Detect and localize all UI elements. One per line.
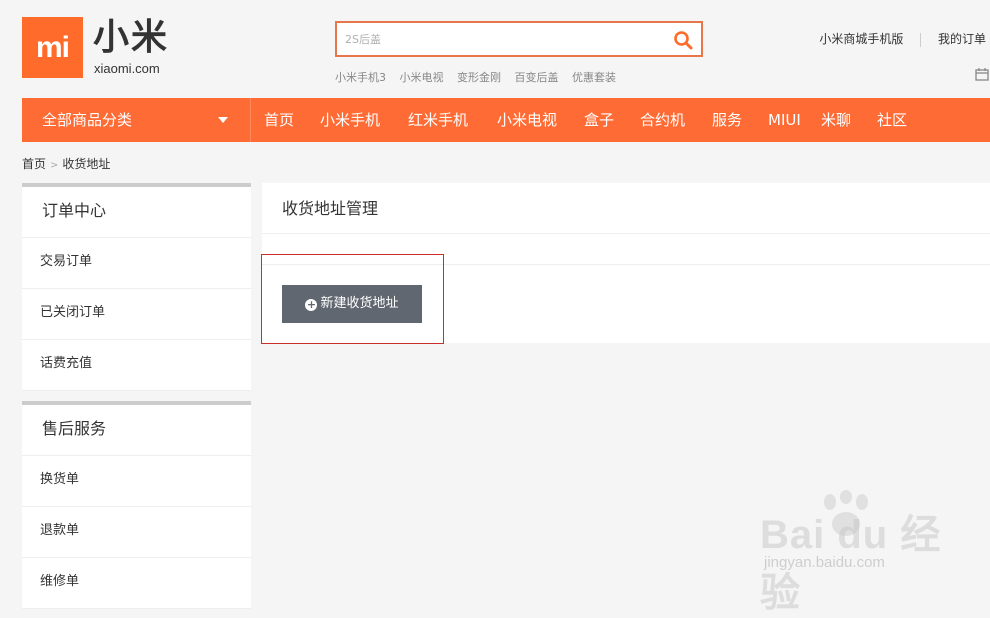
sidebar-item-trade-orders[interactable]: 交易订单 bbox=[22, 238, 251, 289]
sidebar-group-title: 售后服务 bbox=[22, 405, 251, 456]
caret-down-icon bbox=[218, 117, 228, 123]
nav-item-mi-phone[interactable]: 小米手机 bbox=[320, 98, 380, 142]
new-address-button[interactable]: + 新建收货地址 bbox=[282, 285, 422, 323]
nav-item-contract-phone[interactable]: 合约机 bbox=[640, 98, 685, 142]
plus-circle-icon: + bbox=[305, 298, 318, 311]
hot-word-link[interactable]: 变形金刚 bbox=[457, 71, 501, 84]
watermark-url: jingyan.baidu.com bbox=[764, 554, 885, 571]
search-box bbox=[335, 21, 703, 57]
search-input[interactable] bbox=[337, 23, 665, 55]
nav-item-box[interactable]: 盒子 bbox=[584, 98, 614, 142]
sidebar-item-refund[interactable]: 退款单 bbox=[22, 507, 251, 558]
mi-logo[interactable]: mi bbox=[22, 17, 83, 78]
sidebar-item-phone-recharge[interactable]: 话费充值 bbox=[22, 340, 251, 391]
breadcrumb-home[interactable]: 首页 bbox=[22, 157, 46, 171]
nav-item-miui[interactable]: MIUI bbox=[768, 98, 801, 142]
breadcrumb-separator: > bbox=[50, 160, 59, 171]
nav-item-service[interactable]: 服务 bbox=[712, 98, 742, 142]
sidebar-group-orders: 订单中心 交易订单 已关闭订单 话费充值 bbox=[22, 183, 251, 391]
my-orders-link[interactable]: 我的订单 bbox=[938, 32, 986, 46]
hot-word-link[interactable]: 百变后盖 bbox=[515, 71, 559, 84]
nav-item-community[interactable]: 社区 bbox=[877, 98, 907, 142]
site-header: mi 小米 xiaomi.com 小米手机3 小米电视 变形金刚 百变后盖 优惠… bbox=[0, 0, 990, 98]
calendar-icon[interactable] bbox=[974, 66, 990, 82]
all-categories-menu[interactable]: 全部商品分类 bbox=[22, 98, 251, 142]
mobile-site-link[interactable]: 小米商城手机版 bbox=[819, 32, 903, 46]
sidebar-group-after-sales: 售后服务 换货单 退款单 维修单 bbox=[22, 401, 251, 609]
hot-word-link[interactable]: 优惠套装 bbox=[572, 71, 616, 84]
brand-domain: xiaomi.com bbox=[94, 61, 160, 76]
baidu-watermark: Bai du 经验 jingyan.baidu.com bbox=[758, 490, 978, 615]
page-title: 收货地址管理 bbox=[282, 199, 379, 218]
nav-item-mi-tv[interactable]: 小米电视 bbox=[497, 98, 557, 142]
sidebar-item-repair[interactable]: 维修单 bbox=[22, 558, 251, 609]
sidebar-item-exchange[interactable]: 换货单 bbox=[22, 456, 251, 507]
nav-item-michat[interactable]: 米聊 bbox=[821, 98, 851, 142]
divider bbox=[262, 233, 990, 234]
hot-word-link[interactable]: 小米电视 bbox=[400, 71, 444, 84]
breadcrumb-current: 收货地址 bbox=[62, 157, 111, 171]
main-nav: 全部商品分类 首页 小米手机 红米手机 小米电视 盒子 合约机 服务 MIUI … bbox=[22, 98, 990, 142]
new-address-label: 新建收货地址 bbox=[320, 296, 399, 311]
sidebar-group-title: 订单中心 bbox=[22, 187, 251, 238]
all-categories-label: 全部商品分类 bbox=[42, 111, 133, 129]
divider bbox=[920, 32, 922, 47]
top-links: 小米商城手机版 我的订单 bbox=[819, 30, 986, 47]
sidebar-item-closed-orders[interactable]: 已关闭订单 bbox=[22, 289, 251, 340]
nav-item-home[interactable]: 首页 bbox=[264, 98, 294, 142]
brand-name[interactable]: 小米 bbox=[93, 18, 169, 58]
hot-word-link[interactable]: 小米手机3 bbox=[335, 71, 386, 84]
hot-search-words: 小米手机3 小米电视 变形金刚 百变后盖 优惠套装 bbox=[335, 69, 626, 85]
search-icon[interactable] bbox=[673, 30, 693, 50]
breadcrumb: 首页 > 收货地址 bbox=[22, 155, 110, 172]
nav-item-redmi[interactable]: 红米手机 bbox=[408, 98, 468, 142]
